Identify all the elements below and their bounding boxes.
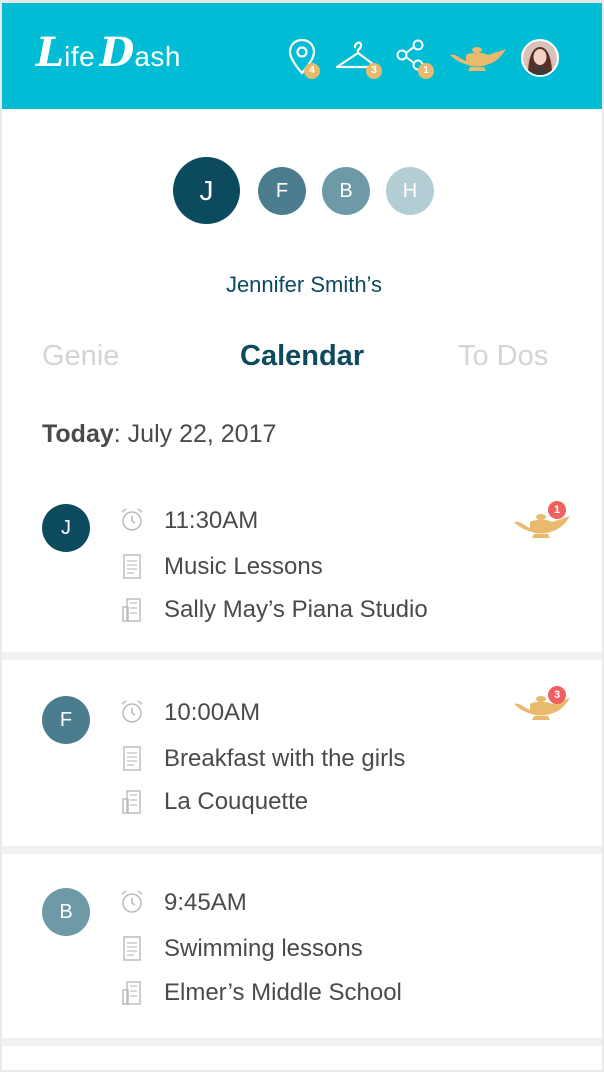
event-title: Music Lessons	[164, 553, 323, 580]
building-icon	[122, 790, 141, 814]
event-time: 9:45AM	[164, 889, 247, 916]
location-pin-button[interactable]: 4	[286, 37, 326, 81]
event-avatar: J	[42, 504, 90, 552]
family-member-b[interactable]: B	[322, 167, 370, 215]
event-divider	[2, 846, 602, 854]
tab-genie[interactable]: Genie	[42, 340, 119, 373]
notepad-icon	[123, 936, 141, 961]
family-member-f[interactable]: F	[258, 167, 306, 215]
app-frame: Life Dash 4 3 1 J F B H Jennifer Smith’s…	[0, 0, 604, 1072]
user-avatar-photo	[523, 41, 557, 75]
event-card[interactable]: F 10:00AM Breakfast with the girls La Co…	[2, 660, 602, 846]
hanger-badge: 3	[366, 63, 382, 79]
alarm-clock-icon	[121, 508, 143, 531]
today-separator: :	[113, 420, 128, 448]
today-date: Today: July 22, 2017	[42, 420, 276, 449]
event-card[interactable]: J 11:30AM Music Lessons Sally May’s Pian…	[2, 480, 602, 652]
alarm-clock-icon	[121, 890, 143, 913]
logo-letter-l: L	[36, 29, 65, 76]
event-time: 11:30AM	[164, 507, 259, 534]
today-label: Today	[42, 420, 114, 448]
event-place: Sally May’s Piana Studio	[164, 596, 428, 623]
event-card[interactable]: B 9:45AM Swimming lessons Elmer’s Middle…	[2, 854, 602, 1038]
family-member-j[interactable]: J	[173, 157, 240, 224]
location-badge: 4	[304, 63, 320, 79]
event-genie-button[interactable]: 1	[512, 501, 574, 544]
hanger-button[interactable]: 3	[334, 37, 384, 81]
event-place: Elmer’s Middle School	[164, 979, 402, 1006]
notepad-icon	[123, 746, 141, 771]
alarm-clock-icon	[121, 700, 143, 723]
event-divider	[2, 652, 602, 660]
notepad-icon	[123, 554, 141, 579]
user-avatar[interactable]	[521, 39, 559, 77]
logo-letter-d: D	[99, 29, 135, 76]
genie-badge: 3	[548, 686, 566, 704]
building-icon	[122, 981, 141, 1005]
share-button[interactable]: 1	[396, 37, 436, 81]
event-place: La Couquette	[164, 788, 309, 815]
today-value: July 22, 2017	[127, 420, 277, 448]
event-genie-button[interactable]: 3	[512, 686, 574, 726]
owner-label: Jennifer Smith’s	[225, 272, 383, 297]
logo-text-ash: ash	[134, 41, 181, 72]
app-header: Life Dash 4 3 1	[2, 0, 602, 109]
app-logo[interactable]: Life Dash	[36, 29, 181, 89]
event-time: 10:00AM	[164, 699, 261, 726]
building-icon	[122, 598, 141, 622]
event-title: Breakfast with the girls	[164, 745, 406, 772]
event-divider	[2, 1038, 602, 1046]
event-title: Swimming lessons	[164, 935, 363, 962]
logo-text-ife: ife	[64, 41, 96, 72]
genie-lamp-icon	[450, 47, 506, 71]
family-member-h[interactable]: H	[386, 167, 434, 215]
tab-calendar[interactable]: Calendar	[240, 340, 364, 373]
tab-todos[interactable]: To Dos	[458, 340, 548, 373]
genie-badge: 1	[548, 501, 566, 519]
event-avatar: B	[42, 888, 90, 936]
share-badge: 1	[418, 63, 434, 79]
event-avatar: F	[42, 696, 90, 744]
genie-lamp-button[interactable]	[448, 43, 510, 87]
